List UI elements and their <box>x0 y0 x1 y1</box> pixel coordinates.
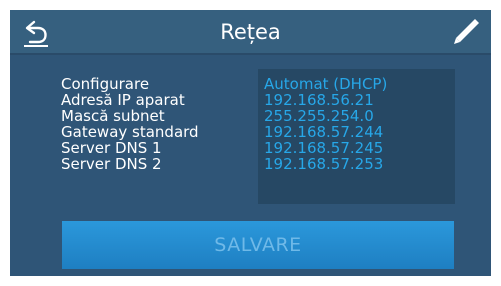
dns-1-value: 192.168.57.245 <box>264 139 384 157</box>
ip-address-label: Adresă IP aparat <box>61 91 185 109</box>
subnet-mask-value: 255.255.254.0 <box>264 107 374 125</box>
pencil-icon <box>454 19 479 44</box>
configuration-label: Configurare <box>61 75 150 93</box>
edit-button[interactable] <box>447 14 483 50</box>
save-button[interactable]: SALVARE <box>62 221 454 269</box>
back-arrow-icon <box>24 20 48 47</box>
dns-2-value: 192.168.57.253 <box>264 155 384 173</box>
gateway-value: 192.168.57.244 <box>264 123 384 141</box>
subnet-mask-label: Mască subnet <box>61 107 165 125</box>
page-title: Rețea <box>220 20 281 44</box>
header-bar: Rețea <box>10 10 491 55</box>
dns-2-label: Server DNS 2 <box>61 155 162 173</box>
dns-1-label: Server DNS 1 <box>61 139 162 157</box>
back-button[interactable] <box>18 14 54 50</box>
configuration-value: Automat (DHCP) <box>264 75 388 93</box>
gateway-label: Gateway standard <box>61 123 199 141</box>
ip-address-value: 192.168.56.21 <box>264 91 374 109</box>
network-settings-screen: Rețea Configurare Automat (DHCP) Adresă … <box>10 10 491 276</box>
